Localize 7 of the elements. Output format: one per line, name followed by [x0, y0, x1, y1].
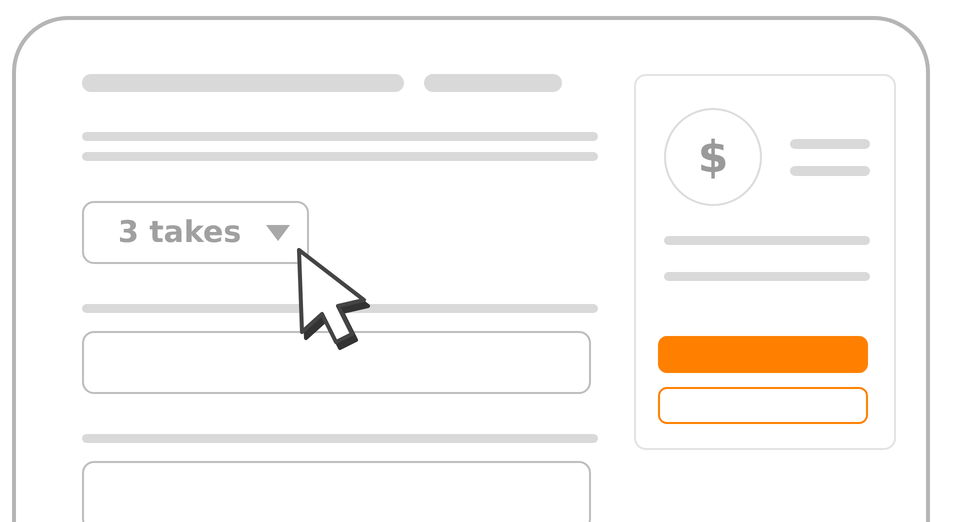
secondary-button[interactable]: [658, 387, 868, 424]
input-field[interactable]: [82, 461, 591, 522]
primary-button[interactable]: [658, 336, 868, 373]
dropdown[interactable]: 3 takes: [82, 201, 309, 264]
currency-badge: $: [664, 108, 762, 206]
caret-icon: [265, 224, 292, 242]
input-field[interactable]: [82, 331, 591, 394]
